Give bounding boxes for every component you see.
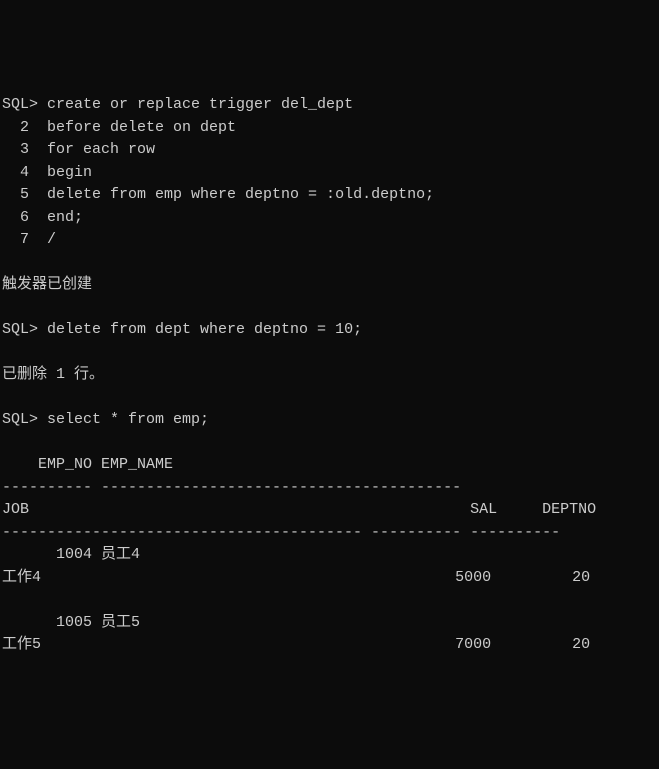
sql-prompt: SQL>: [2, 411, 47, 428]
sql-line-2: 2 before delete on dept: [2, 117, 659, 140]
line-number: 4: [2, 164, 47, 181]
line-number: 2: [2, 119, 47, 136]
sql-line-1: SQL> create or replace trigger del_dept: [2, 94, 659, 117]
line-number: 6: [2, 209, 47, 226]
code-text: delete from dept where deptno = 10;: [47, 321, 362, 338]
table-separator-1: ---------- -----------------------------…: [2, 477, 659, 500]
sql-line-4: 4 begin: [2, 162, 659, 185]
code-text: create or replace trigger del_dept: [47, 96, 353, 113]
sql-prompt: SQL>: [2, 96, 47, 113]
table-header-2: JOB SAL DEPTNO: [2, 499, 659, 522]
code-text: /: [47, 231, 56, 248]
line-number: 7: [2, 231, 47, 248]
sql-line-5: 5 delete from emp where deptno = :old.de…: [2, 184, 659, 207]
line-number: 5: [2, 186, 47, 203]
sql-line-6: 6 end;: [2, 207, 659, 230]
table-header-1: EMP_NO EMP_NAME: [2, 454, 659, 477]
sql-select-line: SQL> select * from emp;: [2, 409, 659, 432]
code-text: begin: [47, 164, 92, 181]
table-row: 1005 员工5: [2, 612, 659, 635]
table-row: 工作5 7000 20: [2, 634, 659, 657]
code-text: for each row: [47, 141, 155, 158]
table-row: 1004 员工4: [2, 544, 659, 567]
table-separator-2: ----------------------------------------…: [2, 522, 659, 545]
code-text: end;: [47, 209, 83, 226]
code-text: delete from emp where deptno = :old.dept…: [47, 186, 434, 203]
trigger-created-message: 触发器已创建: [2, 274, 659, 297]
code-text: before delete on dept: [47, 119, 236, 136]
code-text: select * from emp;: [47, 411, 209, 428]
sql-delete-line: SQL> delete from dept where deptno = 10;: [2, 319, 659, 342]
sql-line-7: 7 /: [2, 229, 659, 252]
rows-deleted-message: 已删除 1 行。: [2, 364, 659, 387]
sql-prompt: SQL>: [2, 321, 47, 338]
sql-line-3: 3 for each row: [2, 139, 659, 162]
line-number: 3: [2, 141, 47, 158]
table-row: 工作4 5000 20: [2, 567, 659, 590]
